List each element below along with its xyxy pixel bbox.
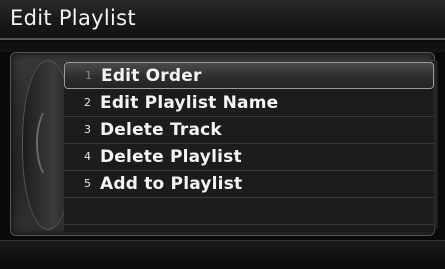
menu-item-label: Add to Playlist (100, 174, 243, 194)
menu-item-number: 4 (84, 150, 91, 163)
menu-item-number: 3 (84, 123, 91, 136)
menu-item-label: Delete Playlist (100, 147, 242, 167)
menu-item-label: Edit Order (101, 66, 202, 86)
dial-arc-icon (36, 106, 66, 180)
menu-item-edit-playlist-name[interactable]: 2 Edit Playlist Name (64, 90, 434, 117)
menu-item-label: Delete Track (100, 120, 222, 140)
menu-item-label: Edit Playlist Name (100, 93, 279, 113)
menu-item-edit-order[interactable]: 1 Edit Order (64, 62, 434, 89)
menu-item-add-to-playlist[interactable]: 5 Add to Playlist (64, 171, 434, 198)
menu-item-delete-track[interactable]: 3 Delete Track (64, 117, 434, 144)
menu-item-number: 1 (85, 69, 92, 82)
menu-item-number: 2 (84, 96, 91, 109)
page-title: Edit Playlist (10, 6, 136, 30)
bottom-bar (0, 240, 445, 269)
menu-list: 1 Edit Order 2 Edit Playlist Name 3 Dele… (64, 62, 434, 232)
menu-item-delete-playlist[interactable]: 4 Delete Playlist (64, 144, 434, 171)
header-divider (0, 42, 445, 52)
title-bar: Edit Playlist (0, 0, 445, 40)
menu-item-empty (64, 198, 434, 225)
menu-item-number: 5 (84, 177, 91, 190)
